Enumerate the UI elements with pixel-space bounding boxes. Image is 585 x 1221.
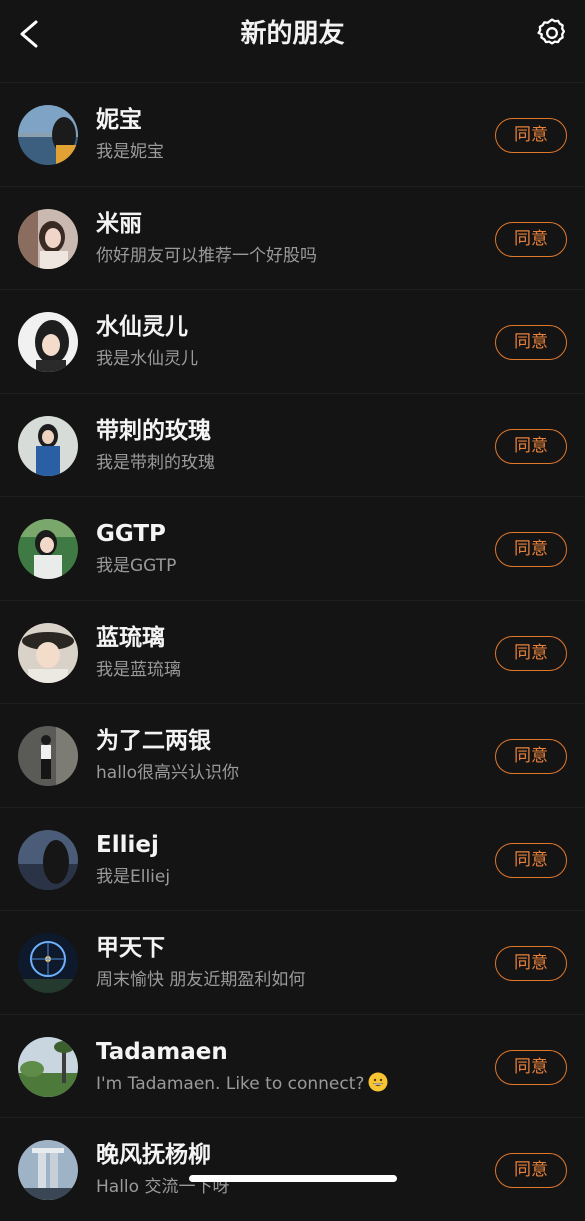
requester-name: Tadamaen xyxy=(96,1038,228,1065)
request-message: 我是带刺的玫瑰 xyxy=(96,452,215,473)
home-indicator[interactable] xyxy=(189,1175,397,1182)
request-message: hallo很高兴认识你 xyxy=(96,763,240,783)
accept-button[interactable]: 同意 xyxy=(495,1049,567,1085)
request-message: 我是蓝琉璃 xyxy=(96,659,181,680)
accept-button[interactable]: 同意 xyxy=(495,118,567,153)
avatar[interactable] xyxy=(18,415,78,476)
friend-request-item[interactable]: 带刺的玫瑰 我是带刺的玫瑰 同意 xyxy=(0,392,585,497)
requester-name: Elliej xyxy=(96,831,159,858)
requester-name: 为了二两银 xyxy=(96,728,211,754)
request-message: I'm Tadamaen. Like to connect? xyxy=(96,1072,388,1096)
accept-button[interactable]: 同意 xyxy=(495,325,567,360)
avatar[interactable] xyxy=(18,312,78,372)
request-message: 你好朋友可以推荐一个好股吗 xyxy=(96,245,317,266)
settings-button[interactable] xyxy=(535,16,569,50)
avatar[interactable] xyxy=(18,1140,78,1200)
avatar[interactable] xyxy=(18,105,78,165)
avatar[interactable] xyxy=(18,1036,78,1097)
top-navigation-bar: 新的朋友 xyxy=(0,0,585,72)
request-message: 我是妮宝 xyxy=(96,142,164,162)
friend-request-item[interactable]: 甲天下 周末愉快 朋友近期盈利如何 同意 xyxy=(0,910,585,1014)
avatar[interactable] xyxy=(18,622,78,683)
accept-button[interactable]: 同意 xyxy=(495,739,567,774)
request-message: 我是GGTP xyxy=(96,556,177,576)
requester-name: 米丽 xyxy=(96,210,142,237)
friend-request-list: 妮宝 我是妮宝 同意 米丽 你好朋友可以推荐一个好股吗 同意 水仙灵儿 我是水仙… xyxy=(0,82,585,1221)
request-message: 我是水仙灵儿 xyxy=(96,349,198,369)
gear-icon xyxy=(537,18,566,45)
avatar[interactable] xyxy=(18,829,78,890)
friend-request-item[interactable]: 妮宝 我是妮宝 同意 xyxy=(0,82,585,186)
friend-request-item[interactable]: Tadamaen I'm Tadamaen. Like to connect? … xyxy=(0,1013,585,1118)
accept-button[interactable]: 同意 xyxy=(495,428,567,464)
grinning-emoji-icon xyxy=(368,1072,388,1091)
requester-name: 妮宝 xyxy=(96,107,142,133)
request-message: 我是Elliej xyxy=(96,866,171,887)
requester-name: 晚风抚杨柳 xyxy=(96,1142,211,1168)
accept-button[interactable]: 同意 xyxy=(495,635,567,671)
accept-button[interactable]: 同意 xyxy=(495,842,567,878)
page-title: 新的朋友 xyxy=(240,19,345,49)
friend-request-item[interactable]: 为了二两银 hallo很高兴认识你 同意 xyxy=(0,703,585,807)
avatar[interactable] xyxy=(18,726,78,786)
requester-name: 甲天下 xyxy=(96,935,165,961)
friend-request-item[interactable]: 晚风抚杨柳 Hallo 交流一下呀 同意 xyxy=(0,1117,585,1221)
avatar[interactable] xyxy=(18,933,78,993)
request-message: 周末愉快 朋友近期盈利如何 xyxy=(96,970,306,990)
friend-request-item[interactable]: 蓝琉璃 我是蓝琉璃 同意 xyxy=(0,599,585,704)
requester-name: 水仙灵儿 xyxy=(96,314,188,340)
accept-button[interactable]: 同意 xyxy=(495,946,567,981)
friend-request-item[interactable]: GGTP 我是GGTP 同意 xyxy=(0,496,585,600)
accept-button[interactable]: 同意 xyxy=(495,221,567,257)
avatar[interactable] xyxy=(18,519,78,579)
accept-button[interactable]: 同意 xyxy=(495,1153,567,1188)
requester-name: GGTP xyxy=(96,521,166,547)
accept-button[interactable]: 同意 xyxy=(495,532,567,567)
requester-name: 带刺的玫瑰 xyxy=(96,417,211,444)
friend-request-item[interactable]: 米丽 你好朋友可以推荐一个好股吗 同意 xyxy=(0,185,585,290)
friend-request-item[interactable]: 水仙灵儿 我是水仙灵儿 同意 xyxy=(0,289,585,393)
avatar[interactable] xyxy=(18,208,78,269)
requester-name: 蓝琉璃 xyxy=(96,624,165,651)
friend-request-item[interactable]: Elliej 我是Elliej 同意 xyxy=(0,806,585,911)
